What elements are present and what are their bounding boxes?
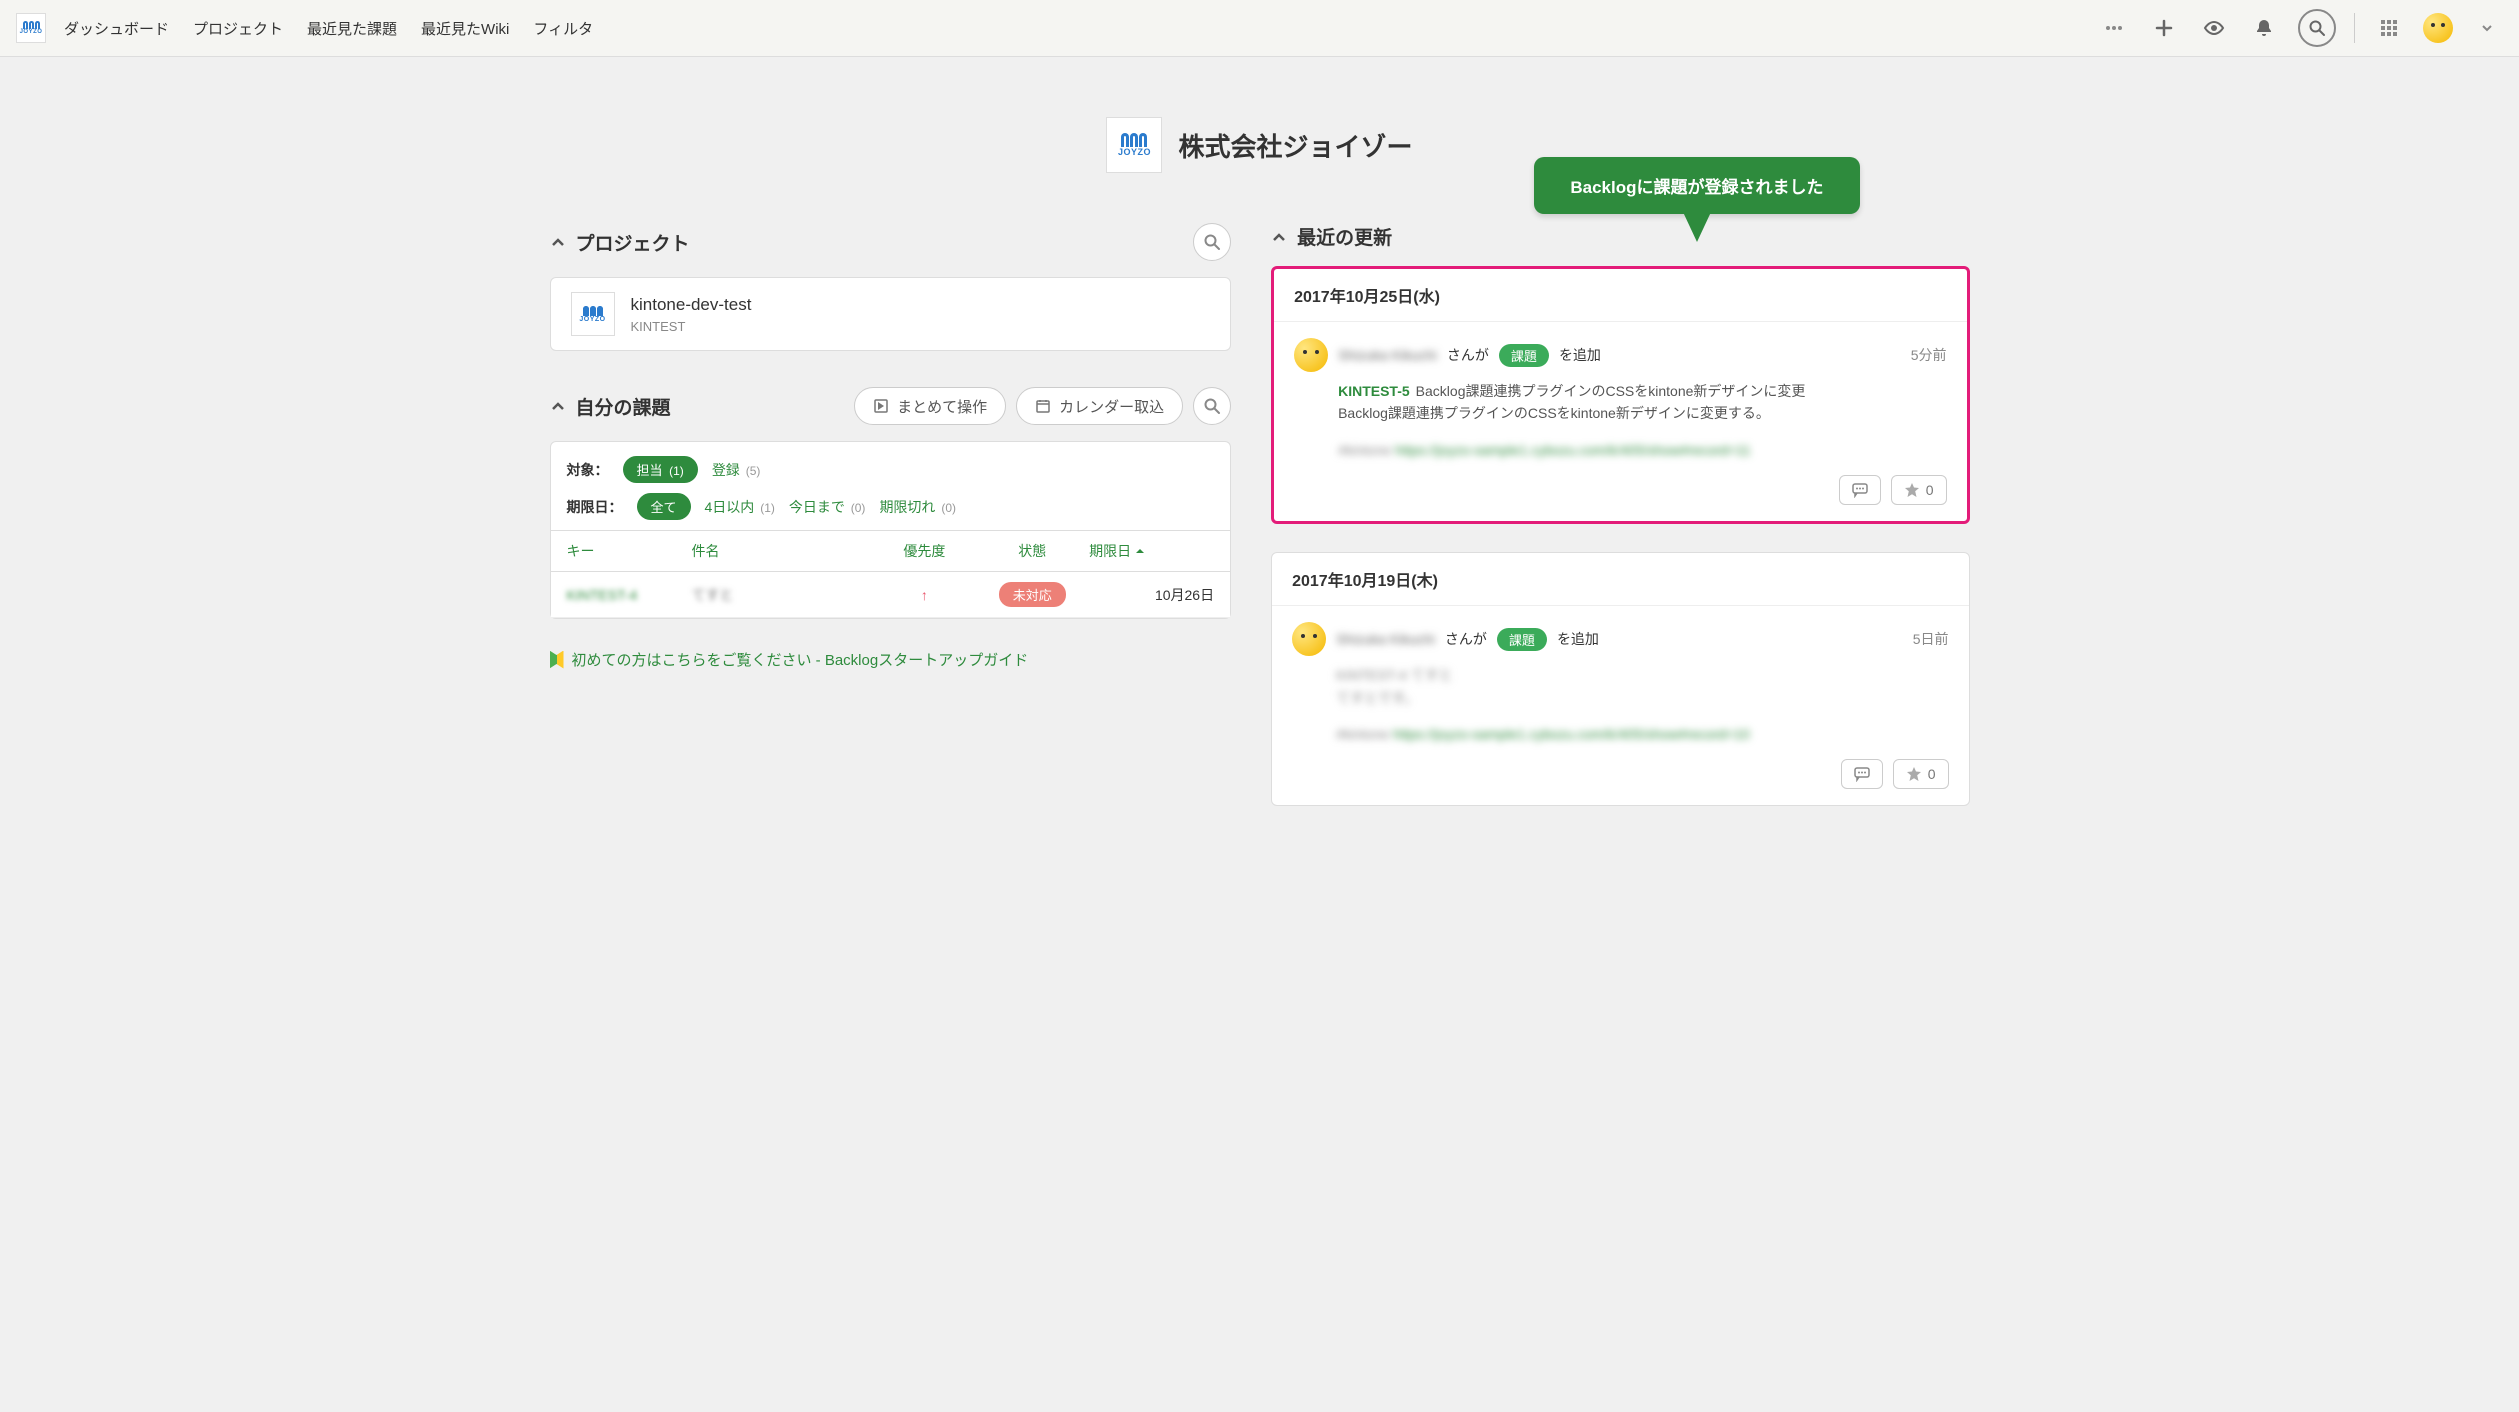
company-logo: JOYZO [1106, 117, 1162, 173]
issue-due-cell: 10月26日 [1089, 585, 1214, 605]
nav-filter[interactable]: フィルタ [533, 18, 593, 39]
avatar [1294, 338, 1328, 372]
nav-recent-issues[interactable]: 最近見た課題 [307, 18, 397, 39]
issue-key-cell: KINTEST-4 [567, 587, 692, 603]
filter-target-label: 対象： [567, 460, 609, 480]
book-icon [550, 651, 564, 669]
section-projects-title: プロジェクト [576, 229, 1184, 256]
nav-projects[interactable]: プロジェクト [193, 18, 283, 39]
apps-icon[interactable] [2373, 12, 2405, 44]
update-issue-key[interactable]: KINTEST-5 [1338, 383, 1410, 399]
issue-subject-cell: てすと [691, 585, 873, 605]
chevron-down-icon[interactable] [2471, 12, 2503, 44]
nav-recent-wiki[interactable]: 最近見たWiki [421, 18, 509, 39]
update-title: Backlog課題連携プラグインのCSSをkintone新デザインに変更 [1416, 383, 1806, 399]
chevron-up-icon[interactable] [1271, 229, 1287, 245]
issue-table-header: キー 件名 優先度 状態 期限日 [551, 531, 1231, 572]
filter-assigned[interactable]: 担当 (1) [623, 456, 698, 483]
filter-registered[interactable]: 登録 (5) [712, 460, 761, 480]
priority-up-icon: ↑ [873, 587, 975, 603]
avatar[interactable] [2423, 13, 2453, 43]
update-action-suffix: を追加 [1559, 345, 1601, 365]
comment-button[interactable] [1839, 475, 1881, 505]
update-action-prefix: さんが [1447, 345, 1489, 365]
nav-dashboard[interactable]: ダッシュボード [64, 18, 169, 39]
plus-icon[interactable] [2148, 12, 2180, 44]
update-action-suffix: を追加 [1557, 629, 1599, 649]
col-due[interactable]: 期限日 [1089, 541, 1214, 561]
update-time: 5分前 [1911, 345, 1947, 365]
update-meta-link[interactable]: https://joyzo-sample1.cybozu.com/k/405/s… [1395, 442, 1751, 458]
update-user: Shizuka Kikuchi [1338, 347, 1437, 363]
main-nav: ダッシュボード プロジェクト 最近見た課題 最近見たWiki フィルタ [64, 18, 2098, 39]
update-desc: Backlog課題連携プラグインのCSSをkintone新デザインに変更する。 [1338, 402, 1946, 424]
issue-search-button[interactable] [1193, 387, 1231, 425]
project-name: kintone-dev-test [631, 295, 752, 315]
filter-all[interactable]: 全て [637, 493, 691, 520]
avatar [1292, 622, 1326, 656]
update-user: Shizuka Kikuchi [1336, 631, 1435, 647]
update-day-card: 2017年10月25日(水) Shizuka Kikuchi さんが 課題 を追… [1271, 266, 1969, 524]
project-key: KINTEST [631, 319, 752, 334]
bulk-action-button[interactable]: まとめて操作 [854, 387, 1006, 425]
star-button[interactable]: 0 [1893, 759, 1949, 789]
watch-icon[interactable] [2198, 12, 2230, 44]
col-subject[interactable]: 件名 [691, 541, 873, 561]
update-issue-key[interactable]: KINTEST-4 [1336, 667, 1407, 683]
filter-overdue[interactable]: 期限切れ (0) [879, 497, 956, 517]
chevron-up-icon[interactable] [550, 398, 566, 414]
divider [2354, 13, 2355, 43]
update-date: 2017年10月19日(木) [1272, 553, 1968, 606]
calendar-import-button[interactable]: カレンダー取込 [1016, 387, 1183, 425]
project-search-button[interactable] [1193, 223, 1231, 261]
col-status[interactable]: 状態 [976, 541, 1090, 561]
update-item: Shizuka Kikuchi さんが 課題 を追加 5日前 KINTEST-4… [1272, 606, 1968, 805]
comment-button[interactable] [1841, 759, 1883, 789]
company-title: 株式会社ジョイゾー [1178, 127, 1412, 164]
update-meta-link[interactable]: https://joyzo-sample1.cybozu.com/k/405/s… [1393, 726, 1750, 742]
top-bar: JOYZO ダッシュボード プロジェクト 最近見た課題 最近見たWiki フィル… [0, 0, 2519, 57]
issue-badge: 課題 [1499, 344, 1549, 367]
status-badge: 未対応 [999, 582, 1066, 607]
project-card[interactable]: JOYZO kintone-dev-test KINTEST [550, 277, 1232, 351]
update-meta-label: #kintone [1336, 726, 1389, 742]
star-button[interactable]: 0 [1891, 475, 1947, 505]
filter-today[interactable]: 今日まで (0) [789, 497, 866, 517]
more-icon[interactable] [2098, 12, 2130, 44]
filter-due-label: 期限日： [567, 497, 623, 517]
section-updates-title: 最近の更新 [1297, 223, 1969, 250]
startup-guide-link[interactable]: 初めての方はこちらをご覧ください - Backlogスタートアップガイド [550, 649, 1029, 670]
col-priority[interactable]: 優先度 [873, 541, 975, 561]
col-key[interactable]: キー [567, 541, 692, 561]
callout: Backlogに課題が登録されました [1534, 157, 1859, 214]
site-logo[interactable]: JOYZO [16, 13, 46, 43]
bell-icon[interactable] [2248, 12, 2280, 44]
section-my-issues-title: 自分の課題 [576, 393, 845, 420]
chevron-up-icon[interactable] [550, 234, 566, 250]
update-desc: てすとです。 [1336, 687, 1948, 709]
company-header: JOYZO 株式会社ジョイゾー Backlogに課題が登録されました [550, 117, 1970, 173]
update-meta-label: #kintone [1338, 442, 1391, 458]
update-day-card: 2017年10月19日(木) Shizuka Kikuchi さんが 課題 を追… [1271, 552, 1969, 806]
update-title: てすと [1411, 667, 1453, 683]
search-icon[interactable] [2298, 9, 2336, 47]
filter-within4[interactable]: 4日以内 (1) [705, 497, 775, 517]
table-row[interactable]: KINTEST-4 てすと ↑ 未対応 10月26日 [551, 572, 1231, 618]
update-date: 2017年10月25日(水) [1274, 269, 1966, 322]
update-item: Shizuka Kikuchi さんが 課題 を追加 5分前 KINTEST-5… [1274, 322, 1966, 521]
update-time: 5日前 [1913, 629, 1949, 649]
issue-badge: 課題 [1497, 628, 1547, 651]
update-action-prefix: さんが [1445, 629, 1487, 649]
